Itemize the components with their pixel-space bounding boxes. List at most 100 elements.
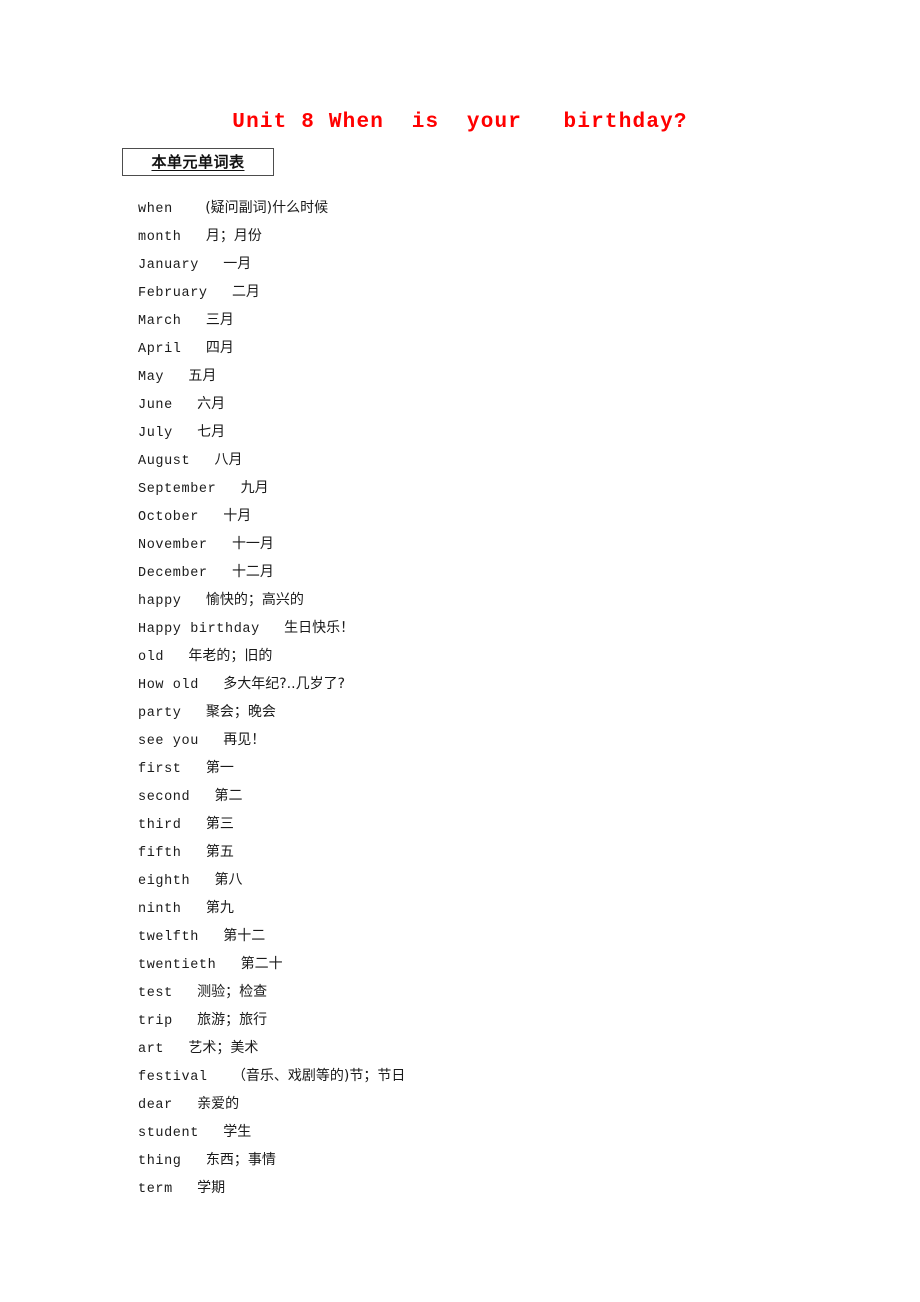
vocabulary-row: old 年老的；旧的 <box>138 642 838 670</box>
vocabulary-row: May 五月 <box>138 362 838 390</box>
vocabulary-row: festival （音乐、戏剧等的)节；节日 <box>138 1062 838 1090</box>
vocabulary-term: festival <box>138 1070 208 1085</box>
vocabulary-gap <box>173 1098 197 1113</box>
vocabulary-gap <box>173 1182 197 1197</box>
vocabulary-definition: 测验；检查 <box>197 984 268 1000</box>
vocabulary-term: see you <box>138 734 199 749</box>
vocabulary-definition: 年老的；旧的 <box>188 648 273 664</box>
vocabulary-row: happy 愉快的；高兴的 <box>138 586 838 614</box>
vocabulary-definition: 东西；事情 <box>205 1152 276 1168</box>
vocabulary-term: second <box>138 790 191 805</box>
vocabulary-gap <box>216 482 240 497</box>
vocabulary-row: see you 再见！ <box>138 726 838 754</box>
vocabulary-term: test <box>138 986 173 1001</box>
vocabulary-row: July 七月 <box>138 418 838 446</box>
vocabulary-gap <box>199 678 223 693</box>
vocabulary-term: January <box>138 258 199 273</box>
vocabulary-gap <box>190 874 214 889</box>
vocabulary-gap <box>208 538 232 553</box>
vocabulary-row: April 四月 <box>138 334 838 362</box>
vocabulary-term: April <box>138 342 182 357</box>
vocabulary-term: February <box>138 286 208 301</box>
vocabulary-gap <box>182 818 206 833</box>
vocabulary-definition: (疑问副词)什么时候 <box>205 200 329 216</box>
vocabulary-gap <box>173 202 205 217</box>
vocabulary-term: fifth <box>138 846 182 861</box>
vocabulary-term: September <box>138 482 217 497</box>
vocabulary-gap <box>199 734 223 749</box>
vocabulary-row: Happy birthday 生日快乐！ <box>138 614 838 642</box>
vocabulary-row: ninth 第九 <box>138 894 838 922</box>
vocabulary-definition: 旅游；旅行 <box>197 1012 268 1028</box>
vocabulary-term: party <box>138 706 182 721</box>
section-heading-box: 本单元单词表 <box>122 148 274 176</box>
vocabulary-row: February 二月 <box>138 278 838 306</box>
vocabulary-gap <box>182 594 206 609</box>
vocabulary-term: old <box>138 650 165 665</box>
vocabulary-definition: 第二十 <box>240 956 283 972</box>
vocabulary-definition: 生日快乐！ <box>284 620 355 636</box>
vocabulary-row: June 六月 <box>138 390 838 418</box>
vocabulary-gap <box>199 258 223 273</box>
vocabulary-gap <box>216 958 240 973</box>
vocabulary-row: September 九月 <box>138 474 838 502</box>
vocabulary-definition: 第五 <box>205 844 234 860</box>
vocabulary-gap <box>182 230 206 245</box>
vocabulary-definition: 学生 <box>223 1124 252 1140</box>
vocabulary-term: ninth <box>138 902 182 917</box>
vocabulary-row: twentieth 第二十 <box>138 950 838 978</box>
vocabulary-term: August <box>138 454 191 469</box>
vocabulary-definition: 第九 <box>205 900 234 916</box>
vocabulary-gap <box>190 790 214 805</box>
vocabulary-term: July <box>138 426 173 441</box>
vocabulary-gap <box>173 426 197 441</box>
vocabulary-row: student 学生 <box>138 1118 838 1146</box>
vocabulary-term: twelfth <box>138 930 199 945</box>
vocabulary-term: first <box>138 762 182 777</box>
vocabulary-term: third <box>138 818 182 833</box>
vocabulary-row: thing 东西；事情 <box>138 1146 838 1174</box>
vocabulary-term: How old <box>138 678 199 693</box>
vocabulary-definition: 多大年纪?..几岁了? <box>223 676 345 692</box>
vocabulary-definition: 第八 <box>214 872 243 888</box>
vocabulary-row: month 月；月份 <box>138 222 838 250</box>
document-page: Unit 8 When is your birthday? 本单元单词表 whe… <box>0 0 920 1302</box>
vocabulary-definition: 二月 <box>231 284 260 300</box>
vocabulary-definition: 十月 <box>223 508 252 524</box>
vocabulary-definition: 学期 <box>197 1180 226 1196</box>
vocabulary-definition: 五月 <box>188 368 217 384</box>
vocabulary-definition: 月；月份 <box>205 228 262 244</box>
vocabulary-definition: 第二 <box>214 788 243 804</box>
vocabulary-gap <box>182 902 206 917</box>
vocabulary-row: second 第二 <box>138 782 838 810</box>
vocabulary-definition: 四月 <box>205 340 234 356</box>
vocabulary-row: test 测验；检查 <box>138 978 838 1006</box>
vocabulary-gap <box>182 762 206 777</box>
vocabulary-row: March 三月 <box>138 306 838 334</box>
vocabulary-definition: 三月 <box>205 312 234 328</box>
vocabulary-term: October <box>138 510 199 525</box>
vocabulary-gap <box>208 1070 232 1085</box>
section-heading-label: 本单元单词表 <box>151 153 245 171</box>
vocabulary-row: January 一月 <box>138 250 838 278</box>
vocabulary-term: twentieth <box>138 958 217 973</box>
vocabulary-term: thing <box>138 1154 182 1169</box>
vocabulary-row: dear 亲爱的 <box>138 1090 838 1118</box>
vocabulary-definition: 十一月 <box>231 536 274 552</box>
vocabulary-row: August 八月 <box>138 446 838 474</box>
vocabulary-gap <box>208 566 232 581</box>
vocabulary-gap <box>173 1014 197 1029</box>
vocabulary-term: art <box>138 1042 165 1057</box>
vocabulary-term: Happy birthday <box>138 622 260 637</box>
vocabulary-gap <box>182 846 206 861</box>
vocabulary-definition: （音乐、戏剧等的)节；节日 <box>231 1068 406 1084</box>
vocabulary-gap <box>182 1154 206 1169</box>
vocabulary-term: December <box>138 566 208 581</box>
vocabulary-gap <box>164 370 188 385</box>
vocabulary-row: twelfth 第十二 <box>138 922 838 950</box>
vocabulary-definition: 艺术；美术 <box>188 1040 259 1056</box>
vocabulary-definition: 再见！ <box>223 732 266 748</box>
vocabulary-list: when (疑问副词)什么时候 month 月；月份 January 一月 Febru… <box>138 194 838 1202</box>
vocabulary-gap <box>182 314 206 329</box>
vocabulary-term: May <box>138 370 165 385</box>
